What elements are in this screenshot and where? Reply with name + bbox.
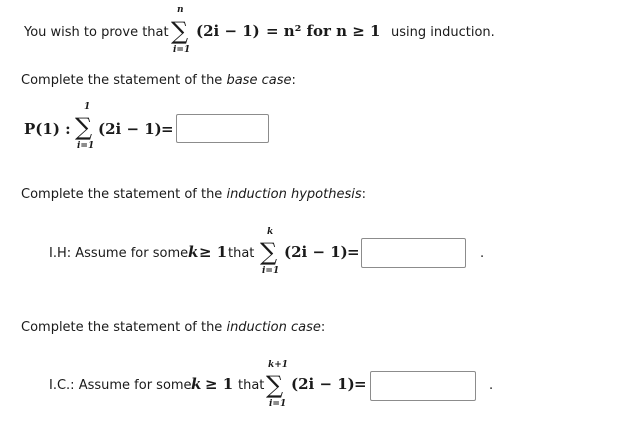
equals-sign: = bbox=[161, 120, 174, 138]
summand: (2i − 1) bbox=[291, 375, 355, 393]
induction-case-lead: I.C.: Assume for some bbox=[49, 378, 192, 393]
condition: ≥ 1 bbox=[205, 375, 234, 393]
sum-lower-limit: i=1 bbox=[262, 266, 280, 276]
hypothesis-lead: I.H: Assume for some bbox=[49, 246, 189, 261]
that-word: that bbox=[228, 246, 255, 261]
sum-upper-limit: 1 bbox=[84, 102, 91, 112]
variable-k: k bbox=[191, 375, 202, 393]
sum-upper-limit: k+1 bbox=[268, 360, 289, 370]
induction-case-instruction: Complete the statement of the induction … bbox=[21, 320, 325, 335]
instruction-text: Complete the statement of the bbox=[21, 187, 223, 202]
problem-prefix: You wish to prove that bbox=[24, 25, 169, 40]
hypothesis-answer-input[interactable] bbox=[361, 238, 466, 268]
instruction-term: base case bbox=[226, 73, 292, 88]
sigma-symbol: ∑ bbox=[266, 371, 284, 399]
summand: (2i − 1) bbox=[284, 243, 348, 261]
instruction-colon: : bbox=[320, 320, 326, 335]
sigma-symbol: ∑ bbox=[75, 113, 93, 141]
base-case-answer-input[interactable] bbox=[176, 114, 269, 143]
induction-case-answer-input[interactable] bbox=[370, 371, 476, 401]
equals-sign: = bbox=[354, 375, 367, 393]
instruction-colon: : bbox=[291, 73, 296, 88]
end-period: . bbox=[480, 246, 485, 261]
instruction-colon: : bbox=[361, 187, 366, 202]
base-case-lhs: P(1) : bbox=[24, 120, 71, 138]
sum-upper-limit: k bbox=[267, 227, 274, 237]
sum-upper-limit: n bbox=[177, 5, 184, 15]
equals-sign: = bbox=[347, 243, 360, 261]
sum-lower-limit: i=1 bbox=[173, 45, 191, 55]
instruction-text: Complete the statement of the bbox=[21, 73, 223, 88]
base-case-instruction: Complete the statement of the base case: bbox=[21, 73, 296, 88]
instruction-term: induction hypothesis bbox=[226, 187, 362, 202]
instruction-term: induction case bbox=[226, 320, 321, 335]
summand: (2i − 1) bbox=[196, 22, 260, 40]
instruction-text: Complete the statement of the bbox=[21, 320, 223, 335]
sum-lower-limit: i=1 bbox=[77, 141, 95, 151]
summand: (2i − 1) bbox=[98, 120, 162, 138]
problem-rhs: = n² for n ≥ 1 bbox=[266, 22, 381, 40]
that-word: that bbox=[238, 378, 265, 393]
problem-suffix: using induction. bbox=[391, 25, 495, 40]
end-period: . bbox=[489, 378, 494, 393]
variable-k: k bbox=[188, 243, 199, 261]
hypothesis-instruction: Complete the statement of the induction … bbox=[21, 187, 366, 202]
condition: ≥ 1 bbox=[199, 243, 228, 261]
sigma-symbol: ∑ bbox=[171, 17, 189, 45]
sigma-symbol: ∑ bbox=[260, 238, 278, 266]
sum-lower-limit: i=1 bbox=[269, 399, 287, 409]
